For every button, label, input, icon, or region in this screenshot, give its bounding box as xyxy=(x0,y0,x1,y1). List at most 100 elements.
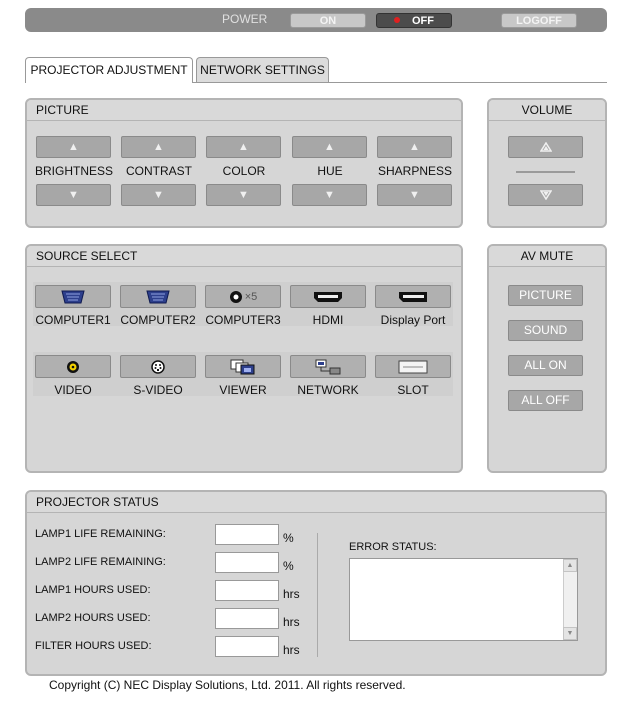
error-status-textarea[interactable] xyxy=(349,558,578,641)
power-off-button[interactable]: OFF xyxy=(376,13,452,28)
lamp2-life-field xyxy=(215,552,279,573)
network-button[interactable] xyxy=(290,355,366,378)
rca-connector-icon xyxy=(67,360,79,373)
component-connector-icon xyxy=(229,290,242,303)
filter-hours-field xyxy=(215,636,279,657)
volume-title: VOLUME xyxy=(489,100,605,121)
s-video-label: S-VIDEO xyxy=(133,383,183,397)
vga-connector-icon xyxy=(146,290,170,303)
status-separator xyxy=(317,533,318,657)
volume-down-icon xyxy=(539,190,552,200)
power-status-dot-icon xyxy=(394,17,400,23)
scroll-down-icon[interactable]: ▼ xyxy=(563,627,577,640)
network-icon xyxy=(315,359,341,374)
filter-hours-label: FILTER HOURS USED: xyxy=(35,640,152,652)
hue-down-button[interactable]: ▼ xyxy=(292,184,367,206)
computer1-label: COMPUTER1 xyxy=(35,313,111,327)
picture-panel: PICTURE xyxy=(25,98,463,228)
brightness-down-button[interactable]: ▼ xyxy=(36,184,111,206)
arrow-up-icon: ▲ xyxy=(68,141,79,153)
lamp1-life-label: LAMP1 LIFE REMAINING: xyxy=(35,528,166,540)
volume-divider xyxy=(516,171,575,173)
volume-up-icon xyxy=(539,142,552,152)
picture-title: PICTURE xyxy=(27,100,461,121)
lamp2-life-label: LAMP2 LIFE REMAINING: xyxy=(35,556,166,568)
slot-button[interactable] xyxy=(375,355,451,378)
power-label: POWER xyxy=(222,12,268,26)
hue-up-button[interactable]: ▲ xyxy=(292,136,367,158)
contrast-label: CONTRAST xyxy=(126,164,192,178)
power-on-button[interactable]: ON xyxy=(290,13,366,28)
hdmi-connector-icon xyxy=(314,291,342,302)
computer3-button[interactable]: ×5 xyxy=(205,285,281,308)
s-video-button[interactable] xyxy=(120,355,196,378)
copyright-text: Copyright (C) NEC Display Solutions, Ltd… xyxy=(49,678,406,692)
lamp2-life-unit: % xyxy=(283,559,294,573)
av-mute-sound-button[interactable]: SOUND xyxy=(508,320,583,341)
hdmi-label: HDMI xyxy=(312,313,344,327)
arrow-down-icon: ▼ xyxy=(68,189,79,201)
error-status-label: ERROR STATUS: xyxy=(349,541,437,553)
lamp2-hours-label: LAMP2 HOURS USED: xyxy=(35,612,151,624)
lamp2-hours-unit: hrs xyxy=(283,615,300,629)
color-up-button[interactable]: ▲ xyxy=(206,136,281,158)
av-mute-picture-button[interactable]: PICTURE xyxy=(508,285,583,306)
power-off-label: OFF xyxy=(412,15,434,27)
computer2-button[interactable] xyxy=(120,285,196,308)
s-video-connector-icon xyxy=(151,359,165,374)
lamp1-life-field xyxy=(215,524,279,545)
slot-label: SLOT xyxy=(397,383,429,397)
color-down-button[interactable]: ▼ xyxy=(206,184,281,206)
hue-label: HUE xyxy=(317,164,343,178)
contrast-up-button[interactable]: ▲ xyxy=(121,136,196,158)
arrow-down-icon: ▼ xyxy=(324,189,335,201)
displayport-button[interactable] xyxy=(375,285,451,308)
computer1-button[interactable] xyxy=(35,285,111,308)
lamp1-hours-label: LAMP1 HOURS USED: xyxy=(35,584,151,596)
arrow-down-icon: ▼ xyxy=(409,189,420,201)
hdmi-button[interactable] xyxy=(290,285,366,308)
av-mute-all-off-button[interactable]: ALL OFF xyxy=(508,390,583,411)
viewer-icon xyxy=(230,359,255,374)
volume-down-button[interactable] xyxy=(508,184,583,206)
volume-up-button[interactable] xyxy=(508,136,583,158)
sharpness-label: SHARPNESS xyxy=(377,164,453,178)
tab-network-settings[interactable]: NETWORK SETTINGS xyxy=(196,57,329,82)
sharpness-down-button[interactable]: ▼ xyxy=(377,184,452,206)
logoff-button[interactable]: LOGOFF xyxy=(501,13,577,28)
filter-hours-unit: hrs xyxy=(283,643,300,657)
lamp2-hours-field xyxy=(215,608,279,629)
computer3-badge: ×5 xyxy=(244,290,258,303)
source-select-title: SOURCE SELECT xyxy=(27,246,461,267)
contrast-down-button[interactable]: ▼ xyxy=(121,184,196,206)
arrow-down-icon: ▼ xyxy=(153,189,164,201)
brightness-up-button[interactable]: ▲ xyxy=(36,136,111,158)
computer2-label: COMPUTER2 xyxy=(120,313,196,327)
lamp1-life-unit: % xyxy=(283,531,294,545)
arrow-up-icon: ▲ xyxy=(238,141,249,153)
displayport-label: Display Port xyxy=(380,313,446,327)
av-mute-all-on-button[interactable]: ALL ON xyxy=(508,355,583,376)
scroll-up-icon[interactable]: ▲ xyxy=(563,559,577,572)
arrow-up-icon: ▲ xyxy=(324,141,335,153)
viewer-button[interactable] xyxy=(205,355,281,378)
arrow-down-icon: ▼ xyxy=(238,189,249,201)
video-button[interactable] xyxy=(35,355,111,378)
viewer-label: VIEWER xyxy=(219,383,267,397)
av-mute-title: AV MUTE xyxy=(489,246,605,267)
arrow-up-icon: ▲ xyxy=(409,141,420,153)
computer3-label: COMPUTER3 xyxy=(205,313,281,327)
network-label: NETWORK xyxy=(297,383,359,397)
brightness-label: BRIGHTNESS xyxy=(34,164,113,178)
color-label: COLOR xyxy=(222,164,266,178)
lamp1-hours-field xyxy=(215,580,279,601)
volume-panel: VOLUME xyxy=(487,98,607,228)
vga-connector-icon xyxy=(61,290,85,303)
lamp1-hours-unit: hrs xyxy=(283,587,300,601)
video-label: VIDEO xyxy=(54,383,92,397)
sharpness-up-button[interactable]: ▲ xyxy=(377,136,452,158)
tab-projector-adjustment[interactable]: PROJECTOR ADJUSTMENT xyxy=(25,57,193,83)
displayport-connector-icon xyxy=(399,291,427,302)
projector-status-title: PROJECTOR STATUS xyxy=(27,492,605,513)
slot-icon xyxy=(398,360,428,373)
